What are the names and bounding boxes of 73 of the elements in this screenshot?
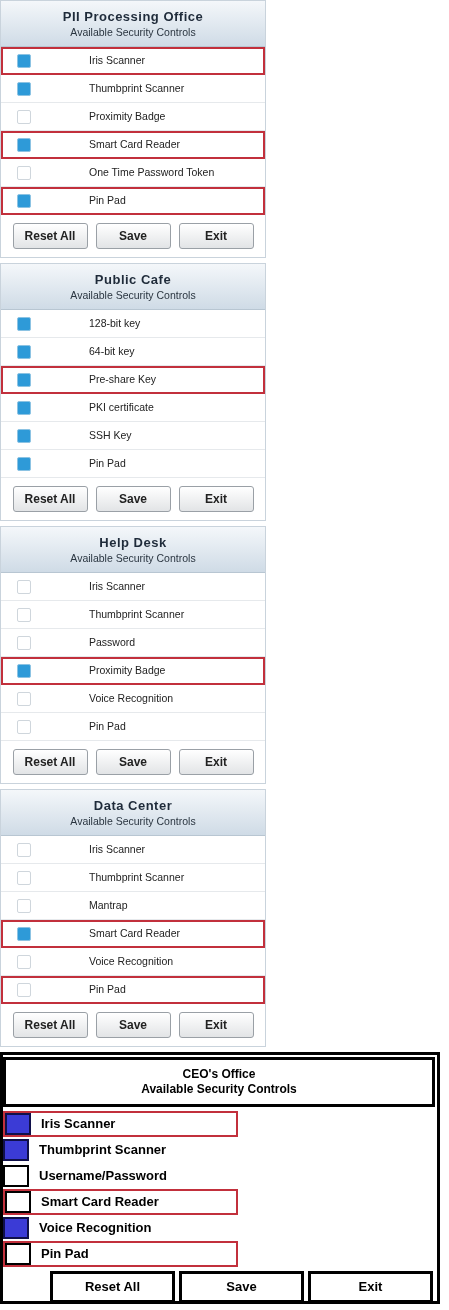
checkbox-label: Proximity Badge	[89, 662, 166, 678]
action-button[interactable]: Exit	[178, 1012, 254, 1038]
action-button[interactable]: Save	[95, 486, 171, 512]
action-button[interactable]: Exit	[178, 749, 254, 775]
checkbox[interactable]	[17, 137, 31, 152]
checkbox[interactable]	[5, 1243, 31, 1265]
checkbox[interactable]	[3, 1165, 29, 1187]
checkbox-label: Smart Card Reader	[89, 136, 181, 152]
checkbox-label: Smart Card Reader	[89, 925, 181, 941]
checkbox-label: Password	[89, 634, 136, 650]
checkbox-label: PKI certificate	[89, 399, 154, 415]
checkbox[interactable]	[17, 456, 31, 471]
checkbox-label: Iris Scanner	[89, 841, 146, 857]
checkbox-label: Smart Card Reader	[41, 1193, 159, 1212]
checkbox-label: Pin Pad	[89, 981, 126, 997]
checkbox[interactable]	[3, 1139, 29, 1161]
action-button[interactable]: Save	[95, 749, 171, 775]
panel-subtitle: Available Security Controls	[69, 813, 197, 828]
checkbox-label: Thumbprint Scanner	[89, 80, 185, 96]
action-button[interactable]: Reset All	[12, 486, 88, 512]
checkbox[interactable]	[17, 400, 31, 415]
checkbox-label: Voice Recognition	[89, 690, 174, 706]
checkbox-label: Mantrap	[89, 897, 128, 913]
checkbox-label: One Time Password Token	[89, 164, 215, 180]
checkbox-label: Username/Password	[39, 1167, 167, 1186]
action-button[interactable]: Reset All	[12, 1012, 88, 1038]
checkbox[interactable]	[17, 193, 31, 208]
checkbox-label: Pin Pad	[41, 1245, 89, 1264]
action-button[interactable]: Reset All	[12, 223, 88, 249]
checkbox-label: Iris Scanner	[89, 52, 146, 68]
checkbox-label: SSH Key	[89, 427, 132, 443]
panel-title: Public Cafe	[93, 271, 173, 288]
checkbox-label: Iris Scanner	[41, 1115, 116, 1134]
checkbox[interactable]	[17, 372, 31, 387]
checkbox[interactable]	[3, 1217, 29, 1239]
checkbox[interactable]	[17, 316, 31, 331]
checkbox[interactable]	[5, 1113, 31, 1135]
checkbox-label: Iris Scanner	[89, 578, 146, 594]
panel-title: Data Center	[92, 797, 174, 814]
checkbox-label: Pin Pad	[89, 455, 126, 471]
panel-subtitle: Available Security Controls	[69, 24, 197, 39]
checkbox-label: 64-bit key	[89, 343, 135, 359]
checkbox[interactable]	[17, 53, 31, 68]
panel-title: Help Desk	[98, 534, 168, 551]
checkbox[interactable]	[17, 428, 31, 443]
checkbox-label: Voice Recognition	[39, 1219, 152, 1238]
checkbox-label: Thumbprint Scanner	[39, 1141, 167, 1160]
checkbox[interactable]	[17, 81, 31, 96]
action-button[interactable]: Save	[95, 1012, 171, 1038]
checkbox-label: Pin Pad	[89, 718, 126, 734]
checkbox-label: Proximity Badge	[89, 108, 166, 124]
checkbox[interactable]	[17, 663, 31, 678]
checkbox-label: Voice Recognition	[89, 953, 174, 969]
action-button[interactable]: Save	[95, 223, 171, 249]
checkbox-label: Thumbprint Scanner	[89, 606, 185, 622]
checkbox[interactable]	[17, 344, 31, 359]
action-button[interactable]: Reset All	[50, 1271, 175, 1303]
checkbox[interactable]	[17, 926, 31, 941]
panel-subtitle: Available Security Controls	[69, 550, 197, 565]
action-button[interactable]: Save	[179, 1271, 304, 1303]
checkbox-label: Thumbprint Scanner	[89, 869, 185, 885]
action-button[interactable]: Exit	[178, 223, 254, 249]
checkbox-label: Pre-share Key	[89, 371, 157, 387]
action-button[interactable]: Exit	[308, 1271, 433, 1303]
action-button[interactable]: Reset All	[12, 749, 88, 775]
checkbox[interactable]	[5, 1191, 31, 1213]
panel-subtitle: Available Security Controls	[140, 1082, 298, 1097]
panel-title: CEO's Office	[181, 1067, 257, 1082]
action-button[interactable]: Exit	[178, 486, 254, 512]
panel-title: PII Processing Office	[61, 8, 205, 25]
panel-subtitle: Available Security Controls	[69, 287, 197, 302]
checkbox-label: 128-bit key	[89, 315, 141, 331]
checkbox-label: Pin Pad	[89, 192, 126, 208]
